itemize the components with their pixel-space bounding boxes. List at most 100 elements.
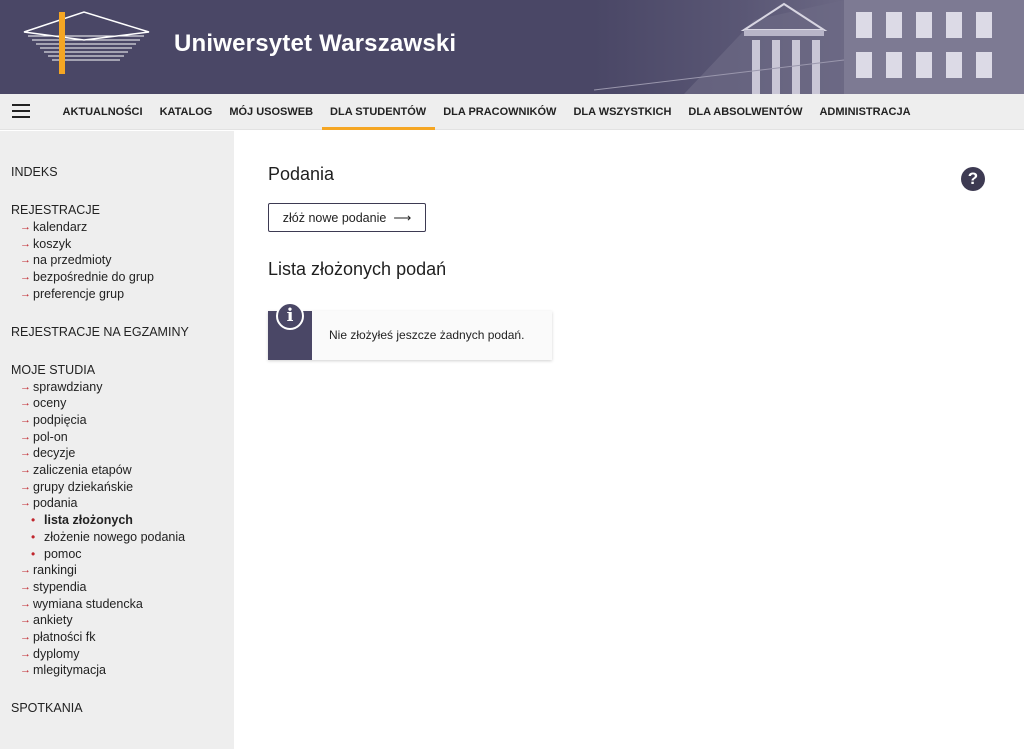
sidebar-item-sprawdziany[interactable]: → sprawdziany [11,379,234,396]
nav-item-administracja[interactable]: ADMINISTRACJA [811,94,919,130]
sidebar-link-indeks[interactable]: INDEKS [11,164,234,181]
sidebar-item-kalendarz[interactable]: → kalendarz [11,219,234,236]
header-banner: Uniwersytet Warszawski [0,0,1024,94]
sidebar-item-label: podania [33,496,78,511]
sidebar-link-moje-studia[interactable]: MOJE STUDIA [11,362,234,379]
arrow-right-icon: → [20,271,31,284]
sidebar-subitem-pomoc[interactable]: • pomoc [11,546,234,563]
sidebar-link-rejestracje-na-egzaminy[interactable]: REJESTRACJE NA EGZAMINY [11,324,234,341]
nav-item-dla-wszystkich[interactable]: DLA WSZYSTKICH [565,94,680,130]
info-message-box: i Nie złożyłeś jeszcze żadnych podań. [268,302,552,360]
sidebar-item-stypendia[interactable]: → stypendia [11,579,234,596]
sidebar-item-podpiecia[interactable]: → podpięcia [11,412,234,429]
sidebar-item-label: dyplomy [33,646,80,661]
arrow-right-icon: → [20,664,31,677]
sidebar-item-label: preferencje grup [33,286,125,301]
hamburger-menu-icon[interactable] [12,104,30,120]
sidebar-item-label: płatności fk [33,630,96,645]
sidebar-item-label: stypendia [33,579,87,594]
sidebar-item-podania[interactable]: → podania [11,495,234,512]
sidebar-item-mlegitymacja[interactable]: → mlegitymacja [11,662,234,679]
section-title: Lista złożonych podań [268,259,447,279]
sidebar-subitem-label: lista złożonych [44,513,133,528]
help-icon[interactable]: ? [961,167,985,191]
page-title: Podania [268,164,335,184]
sidebar-item-rankingi[interactable]: → rankingi [11,562,234,579]
sidebar-section-rejestracje: REJESTRACJE → kalendarz → koszyk → na przed… [0,202,234,303]
sidebar-item-label: zaliczenia etapów [33,463,132,478]
sidebar-item-na-przedmioty[interactable]: → na przedmioty [11,252,234,269]
nav-menu: AKTUALNOŚCI KATALOG MÓJ USOSWEB DLA STUD… [54,94,919,130]
info-message-text: Nie złożyłeś jeszcze żadnych podań. [329,328,525,342]
sidebar-item-label: oceny [33,396,67,411]
sidebar-item-label: bezpośrednie do grup [33,270,154,285]
sidebar-section-egzaminy: REJESTRACJE NA EGZAMINY [0,324,234,341]
sidebar-section-indeks: INDEKS [0,164,234,181]
sidebar-item-platnosci-fk[interactable]: → płatności fk [11,629,234,646]
sidebar-item-label: podpięcia [33,412,87,427]
bullet-icon: • [31,546,36,561]
arrow-right-icon: → [20,380,31,393]
arrow-right-icon: → [20,480,31,493]
site-title[interactable]: Uniwersytet Warszawski [174,30,456,58]
sidebar-item-zaliczenia-etapow[interactable]: → zaliczenia etapów [11,462,234,479]
sidebar-item-pol-on[interactable]: → pol-on [11,429,234,446]
sidebar-item-dyplomy[interactable]: → dyplomy [11,646,234,663]
sidebar-link-rejestracje[interactable]: REJESTRACJE [11,202,234,219]
sidebar-section-moje-studia: MOJE STUDIA → sprawdziany → oceny → podpięc… [0,362,234,680]
arrow-right-icon: → [20,614,31,627]
arrow-right-icon: → [20,447,31,460]
arrow-right-icon: → [20,564,31,577]
sidebar-subitem-zlozenie-nowego-podania[interactable]: • złożenie nowego podania [11,529,234,546]
sidebar-item-label: wymiana studencka [33,596,143,611]
sidebar-item-label: mlegitymacja [33,663,106,678]
sidebar-subitem-lista-zlozonych[interactable]: • lista złożonych [11,512,234,529]
arrow-right-icon: → [20,647,31,660]
sidebar-item-grupy-dziekanskie[interactable]: → grupy dziekańskie [11,479,234,496]
sidebar-item-wymiana-studencka[interactable]: → wymiana studencka [11,596,234,613]
arrow-right-icon: → [20,597,31,610]
sidebar-section-spotkania: SPOTKANIA [0,700,234,717]
arrow-right-icon: → [20,397,31,410]
sidebar-item-label: na przedmioty [33,253,112,268]
sidebar: INDEKS REJESTRACJE → kalendarz → koszyk → n… [0,131,234,749]
sidebar-item-label: pol-on [33,429,68,444]
nav-item-moj-usosweb[interactable]: MÓJ USOSWEB [221,94,322,130]
sidebar-item-oceny[interactable]: → oceny [11,395,234,412]
nav-item-aktualnosci[interactable]: AKTUALNOŚCI [54,94,151,130]
sidebar-item-ankiety[interactable]: → ankiety [11,612,234,629]
sidebar-item-label: rankingi [33,563,77,578]
sidebar-item-decyzje[interactable]: → decyzje [11,445,234,462]
nav-item-dla-pracownikow[interactable]: DLA PRACOWNIKÓW [435,94,565,130]
sidebar-item-preferencje-grup[interactable]: → preferencje grup [11,286,234,303]
new-application-button[interactable]: złóż nowe podanie ⟶ [268,203,426,232]
sidebar-item-label: grupy dziekańskie [33,479,134,494]
nav-item-dla-absolwentow[interactable]: DLA ABSOLWENTÓW [680,94,811,130]
top-navigation: AKTUALNOŚCI KATALOG MÓJ USOSWEB DLA STUD… [0,94,1024,130]
sidebar-link-spotkania[interactable]: SPOTKANIA [11,700,234,717]
sidebar-item-label: decyzje [33,446,76,461]
arrow-right-icon: → [20,413,31,426]
sidebar-item-label: koszyk [33,236,72,251]
nav-item-katalog[interactable]: KATALOG [151,94,221,130]
arrow-right-icon: → [20,430,31,443]
arrow-right-icon: ⟶ [393,211,412,225]
info-icon: i [276,302,304,330]
sidebar-item-label: sprawdziany [33,379,103,394]
nav-item-dla-studentow[interactable]: DLA STUDENTÓW [321,94,435,130]
building-illustration [594,0,1024,94]
sidebar-item-label: ankiety [33,613,73,628]
arrow-right-icon: → [20,464,31,477]
main-content: Podania ? złóż nowe podanie ⟶ Lista złoż… [234,131,1024,749]
university-logo-icon[interactable] [14,10,154,76]
arrow-right-icon: → [20,580,31,593]
sidebar-subitem-label: pomoc [44,546,82,561]
arrow-right-icon: → [20,497,31,510]
bullet-icon: • [31,529,36,544]
arrow-right-icon: → [20,287,31,300]
arrow-right-icon: → [20,237,31,250]
sidebar-item-bezposrednie-do-grup[interactable]: → bezpośrednie do grup [11,269,234,286]
sidebar-subitem-label: złożenie nowego podania [44,529,186,544]
sidebar-item-koszyk[interactable]: → koszyk [11,236,234,253]
arrow-right-icon: → [20,631,31,644]
